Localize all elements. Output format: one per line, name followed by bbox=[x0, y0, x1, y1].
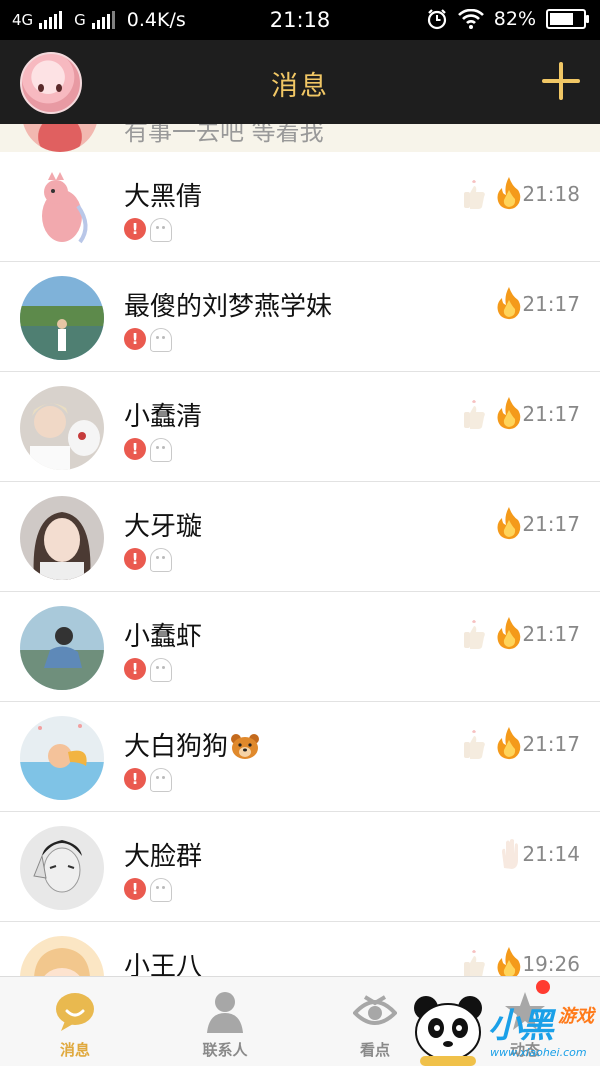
alert-icon: ! bbox=[124, 878, 146, 900]
add-icon[interactable] bbox=[542, 62, 580, 100]
status-badges: ! bbox=[124, 328, 172, 352]
conversation-row[interactable]: 小王八 19:26 bbox=[0, 922, 600, 976]
app-header: 消息 bbox=[0, 40, 600, 124]
watermark-url: www.xiaohei.com bbox=[490, 1046, 587, 1059]
flame-icon bbox=[497, 177, 521, 210]
hand-icon bbox=[502, 839, 518, 869]
ghost-icon bbox=[150, 328, 172, 352]
message-time: 21:17 bbox=[522, 622, 580, 646]
flame-icon bbox=[497, 947, 521, 976]
contact-name: 大脸群 bbox=[124, 842, 203, 872]
battery-icon bbox=[546, 9, 589, 29]
thumbs-up-icon bbox=[464, 180, 485, 209]
avatar bbox=[20, 716, 104, 800]
wifi-icon bbox=[457, 9, 484, 29]
tab-label: 消息 bbox=[59, 1041, 90, 1059]
tab-messages[interactable]: 消息 bbox=[0, 983, 150, 1063]
contact-name: 小蠢清 bbox=[124, 402, 203, 432]
alert-icon: ! bbox=[124, 658, 146, 680]
status-right: 82% bbox=[426, 8, 589, 30]
thumbs-up-icon bbox=[464, 400, 485, 429]
message-time: 21:14 bbox=[522, 842, 580, 866]
ghost-icon bbox=[150, 548, 172, 572]
contact-name: 最傻的刘梦燕学妹 bbox=[124, 292, 333, 322]
thumbs-up-icon bbox=[464, 730, 485, 759]
contact-name-text: 大白狗狗 bbox=[124, 732, 229, 762]
alert-icon: ! bbox=[124, 548, 146, 570]
conversation-row[interactable]: 最傻的刘梦燕学妹 ! 21:17 bbox=[0, 262, 600, 372]
status-bar: 4G G 0.4K/s 21:18 82% bbox=[0, 0, 600, 40]
ghost-icon bbox=[150, 878, 172, 902]
avatar bbox=[20, 166, 104, 250]
eye-icon bbox=[353, 995, 397, 1025]
tab-contacts[interactable]: 联系人 bbox=[150, 983, 300, 1063]
battery-percent: 82% bbox=[493, 8, 536, 30]
battery-fill bbox=[550, 13, 573, 25]
ghost-icon bbox=[150, 658, 172, 682]
message-time: 21:17 bbox=[522, 292, 580, 316]
tab-label: 联系人 bbox=[202, 1041, 248, 1059]
avatar bbox=[20, 496, 104, 580]
status-badges: ! bbox=[124, 438, 172, 462]
conversation-row[interactable]: 小蠢清 ! 21:17 bbox=[0, 372, 600, 482]
conversation-row[interactable]: 大白狗狗 ! 21:17 bbox=[0, 702, 600, 812]
bear-face-icon bbox=[231, 733, 260, 759]
contact-name: 小蠢虾 bbox=[124, 622, 203, 652]
contact-name: 大黑倩 bbox=[124, 182, 203, 212]
message-time: 21:17 bbox=[522, 402, 580, 426]
flame-icon bbox=[497, 287, 521, 320]
thumbs-up-icon bbox=[464, 620, 485, 649]
panda-logo-icon bbox=[414, 996, 482, 1066]
ghost-icon bbox=[150, 768, 172, 792]
ghost-icon bbox=[150, 218, 172, 242]
watermark-sub: 游戏 bbox=[558, 1006, 594, 1027]
scrolled-conversation-row[interactable]: 有事一去吧 等着我 bbox=[0, 124, 600, 152]
message-time: 21:18 bbox=[522, 182, 580, 206]
flame-icon bbox=[497, 617, 521, 650]
avatar bbox=[20, 386, 104, 470]
flame-icon bbox=[497, 507, 521, 540]
status-badges: ! bbox=[124, 218, 172, 242]
conversation-row[interactable]: 大脸群 ! 21:14 bbox=[0, 812, 600, 922]
contact-name: 大白狗狗 bbox=[124, 726, 260, 763]
avatar bbox=[20, 606, 104, 690]
alert-icon: ! bbox=[124, 438, 146, 460]
watermark: 小黑 游戏 www.xiaohei.com bbox=[408, 992, 600, 1066]
message-preview: 有事一去吧 等着我 bbox=[124, 124, 324, 146]
status-badges: ! bbox=[124, 658, 172, 682]
alert-icon: ! bbox=[124, 768, 146, 790]
alert-icon: ! bbox=[124, 218, 146, 240]
conversation-row[interactable]: 大黑倩 ! 21:18 bbox=[0, 152, 600, 262]
contact-name: 小王八 bbox=[124, 952, 203, 976]
status-badges: ! bbox=[124, 878, 172, 902]
page-title: 消息 bbox=[271, 71, 329, 102]
contact-name: 大牙璇 bbox=[124, 512, 203, 542]
ghost-icon bbox=[150, 438, 172, 462]
conversation-list[interactable]: 大黑倩 ! 21:18 最傻的刘梦燕学妹 ! 21:17 小蠢清 ! 21:17… bbox=[0, 152, 600, 976]
thumbs-up-icon bbox=[464, 950, 485, 976]
avatar bbox=[20, 826, 104, 910]
message-time: 19:26 bbox=[522, 952, 580, 976]
alarm-icon bbox=[427, 9, 446, 30]
avatar bbox=[22, 124, 98, 152]
person-icon bbox=[207, 992, 243, 1033]
chat-bubble-icon bbox=[56, 993, 94, 1031]
avatar bbox=[20, 936, 104, 976]
message-time: 21:17 bbox=[522, 512, 580, 536]
flame-icon bbox=[497, 727, 521, 760]
avatar bbox=[20, 276, 104, 360]
status-badges: ! bbox=[124, 768, 172, 792]
conversation-row[interactable]: 大牙璇 ! 21:17 bbox=[0, 482, 600, 592]
alert-icon: ! bbox=[124, 328, 146, 350]
conversation-row[interactable]: 小蠢虾 ! 21:17 bbox=[0, 592, 600, 702]
watermark-text: 小黑 bbox=[488, 1006, 554, 1046]
status-badges: ! bbox=[124, 548, 172, 572]
message-time: 21:17 bbox=[522, 732, 580, 756]
flame-icon bbox=[497, 397, 521, 430]
